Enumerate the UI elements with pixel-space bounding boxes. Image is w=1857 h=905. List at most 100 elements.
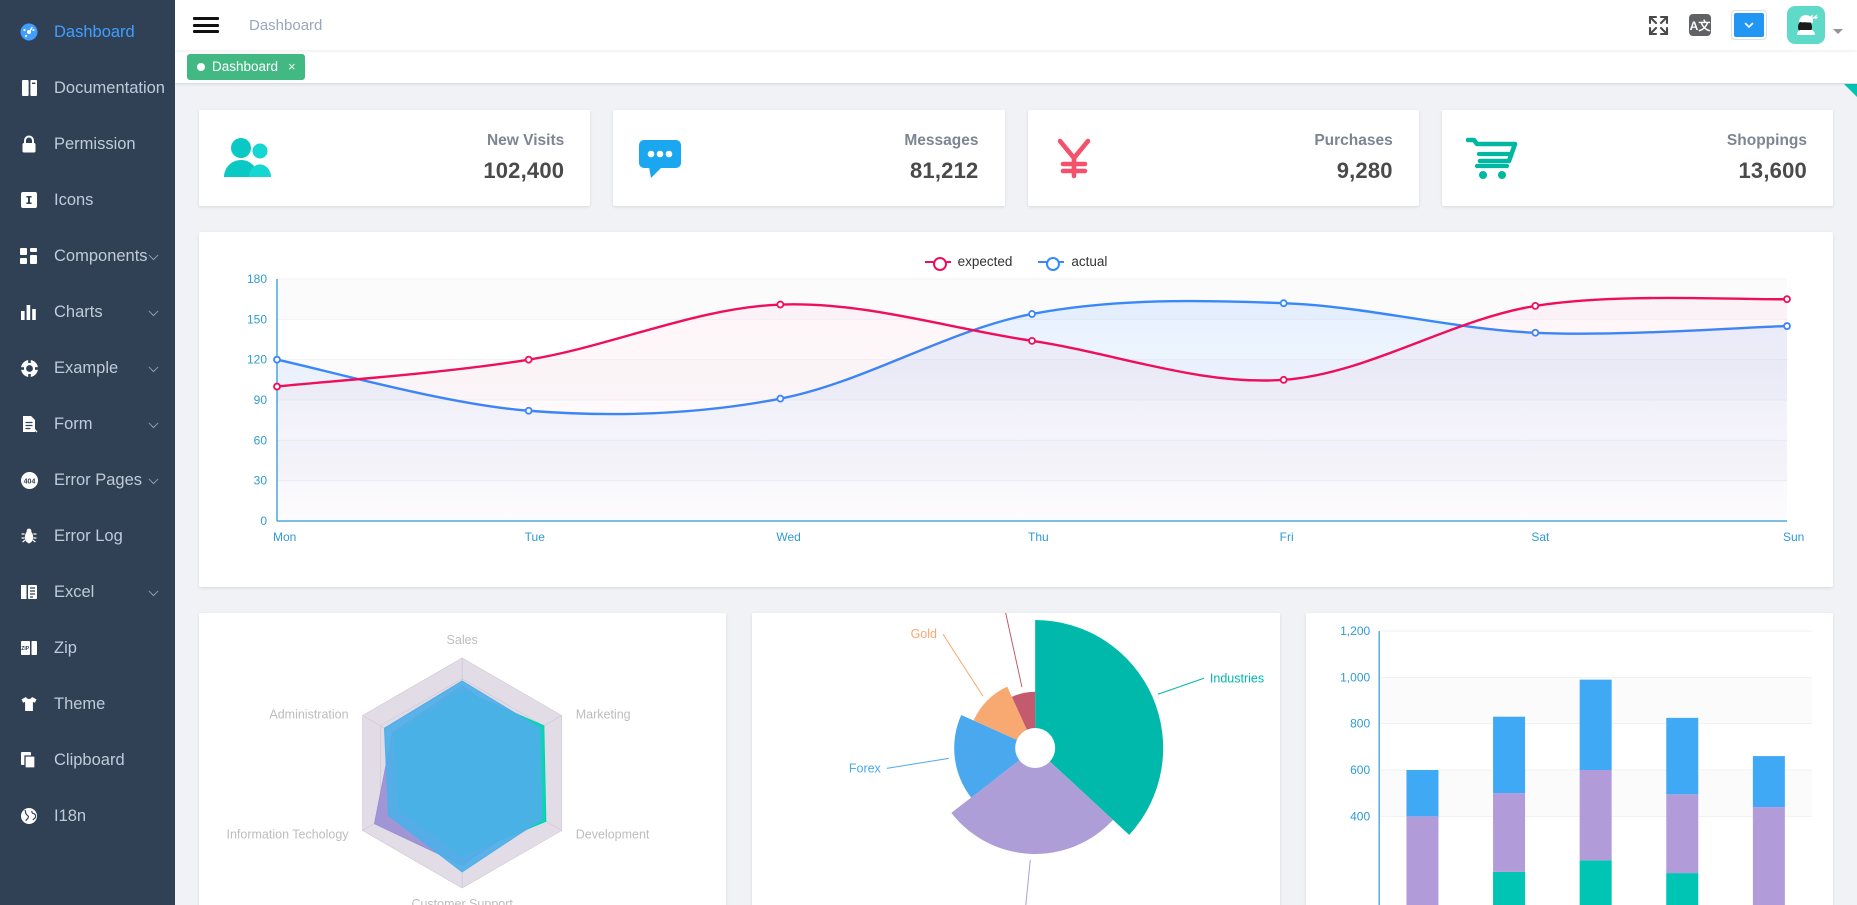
translate-icon[interactable]: A文 [1689, 14, 1711, 36]
message-icon [637, 131, 695, 185]
weekly-line-chart-panel: expected actual 0 30 60 90 120 150 180 Mon Tue W… [199, 232, 1833, 587]
dashboard-content: New Visits 102,400 Messages 81,212 Purch… [175, 84, 1857, 905]
sidebar-item-clipboard[interactable]: Clipboard [0, 732, 175, 788]
sidebar-item-label: Icons [54, 190, 94, 209]
sidebar-item-label: Form [54, 414, 93, 433]
fullscreen-icon[interactable] [1648, 15, 1669, 36]
stat-text: New Visits 102,400 [483, 132, 564, 184]
svg-text:Administration: Administration [269, 708, 348, 722]
stat-value: 102,400 [483, 158, 565, 183]
sidebar-item-charts[interactable]: Charts [0, 284, 175, 340]
svg-text:Sales: Sales [447, 633, 478, 647]
sidebar: Dashboard Documentation Permission Icons [0, 0, 175, 905]
sidebar-item-permission[interactable]: Permission [0, 116, 175, 172]
svg-text:90: 90 [254, 393, 268, 407]
hamburger-bar [193, 17, 219, 20]
sidebar-item-excel[interactable]: Excel [0, 564, 175, 620]
stat-title: Messages [904, 132, 979, 149]
svg-text:Thu: Thu [1028, 530, 1049, 544]
book-icon [18, 77, 40, 99]
clipboard-icon [18, 749, 40, 771]
stat-card-new-visits[interactable]: New Visits 102,400 [199, 110, 591, 206]
translate-label: A文 [1689, 18, 1711, 33]
svg-text:180: 180 [247, 272, 267, 286]
svg-text:Customer Support: Customer Support [411, 897, 513, 905]
app-root: Dashboard Documentation Permission Icons [0, 0, 1857, 905]
legend-item-expected[interactable]: expected [924, 254, 1013, 271]
sidebar-item-label: Clipboard [54, 750, 125, 769]
stat-value: 13,600 [1738, 158, 1807, 183]
sidebar-item-icons[interactable]: Icons [0, 172, 175, 228]
svg-text:Industries: Industries [1210, 671, 1264, 685]
hamburger-bar [193, 23, 219, 27]
dashboard-icon [18, 21, 40, 43]
stacked-bar-chart-panel[interactable]: 400 600 800 1,000 1,200 [1305, 613, 1833, 905]
sidebar-item-label: Error Pages [54, 470, 143, 489]
svg-text:ZIP: ZIP [21, 646, 29, 652]
close-icon[interactable]: × [288, 59, 296, 74]
sidebar-item-label: Charts [54, 302, 103, 321]
stat-title: Shoppings [1726, 132, 1807, 149]
sidebar-item-documentation[interactable]: Documentation [0, 60, 175, 116]
sidebar-item-form[interactable]: Form [0, 396, 175, 452]
legend-item-actual[interactable]: actual [1038, 254, 1107, 271]
svg-text:600: 600 [1350, 763, 1370, 777]
svg-text:400: 400 [1350, 809, 1370, 823]
sidebar-item-i18n[interactable]: I18n [0, 788, 175, 844]
stat-text: Shoppings 13,600 [1727, 132, 1807, 184]
chevron-down-icon [1734, 13, 1764, 37]
chart-legend: expected actual [217, 240, 1815, 271]
sidebar-item-zip[interactable]: ZIP Zip [0, 620, 175, 676]
chevron-down-icon [148, 362, 159, 373]
legend-label: expected [957, 254, 1013, 269]
sidebar-item-label: Theme [54, 694, 106, 713]
size-select-button[interactable] [1731, 10, 1767, 40]
breadcrumb[interactable]: Dashboard [249, 17, 322, 34]
stat-card-messages[interactable]: Messages 81,212 [613, 110, 1005, 206]
svg-text:404: 404 [23, 478, 35, 485]
tag-dot-icon [197, 62, 205, 71]
svg-text:Mon: Mon [273, 530, 296, 544]
tag-label: Dashboard [212, 59, 279, 74]
svg-text:30: 30 [254, 474, 268, 488]
hamburger-icon[interactable] [193, 15, 219, 35]
svg-text:120: 120 [247, 353, 267, 367]
sidebar-item-error-pages[interactable]: 404 Error Pages [0, 452, 175, 508]
sidebar-item-label: Example [54, 358, 119, 377]
globe-icon [18, 805, 40, 827]
money-icon [1052, 131, 1110, 185]
svg-text:150: 150 [247, 312, 267, 326]
tag-dashboard[interactable]: Dashboard × [187, 53, 305, 80]
avatar-dropdown[interactable] [1787, 6, 1843, 44]
svg-text:Tue: Tue [525, 530, 546, 544]
main-container: Dashboard A文 Dashboard × New Visits 102,… [175, 0, 1857, 905]
svg-text:Information Techology: Information Techology [226, 828, 349, 842]
wealth-rose-chart-panel[interactable]: IndustriesTechnologyForexGoldForecasts [752, 613, 1280, 905]
zip-icon: ZIP [18, 637, 40, 659]
chevron-down-icon [148, 586, 159, 597]
sidebar-item-dashboard[interactable]: Dashboard [0, 4, 175, 60]
lock-icon [18, 133, 40, 155]
legend-marker-icon [924, 255, 951, 271]
stat-cards-row: New Visits 102,400 Messages 81,212 Purch… [199, 110, 1833, 206]
stat-value: 81,212 [910, 158, 979, 183]
sidebar-item-theme[interactable]: Theme [0, 676, 175, 732]
svg-text:Development: Development [576, 828, 650, 842]
components-icon [18, 245, 40, 267]
hamburger-bar [193, 30, 219, 33]
bug-icon [18, 525, 40, 547]
peoples-icon [223, 131, 281, 185]
capacity-radar-chart-panel[interactable]: Sales Marketing Development Customer Suppor… [199, 613, 727, 905]
svg-text:Wed: Wed [776, 530, 800, 544]
stat-title: Purchases [1314, 132, 1393, 149]
weekly-line-chart-canvas[interactable]: 0 30 60 90 120 150 180 Mon Tue Wed Thu Fri Sat Sun [217, 269, 1815, 559]
sidebar-item-error-log[interactable]: Error Log [0, 508, 175, 564]
sidebar-item-label: Excel [54, 582, 95, 601]
stat-value: 9,280 [1336, 158, 1393, 183]
stat-card-purchases[interactable]: Purchases 9,280 [1027, 110, 1419, 206]
stat-card-shoppings[interactable]: Shoppings 13,600 [1441, 110, 1833, 206]
svg-text:Forex: Forex [849, 761, 882, 775]
sidebar-item-example[interactable]: Example [0, 340, 175, 396]
sidebar-item-components[interactable]: Components [0, 228, 175, 284]
navbar-actions: A文 [1648, 6, 1857, 44]
